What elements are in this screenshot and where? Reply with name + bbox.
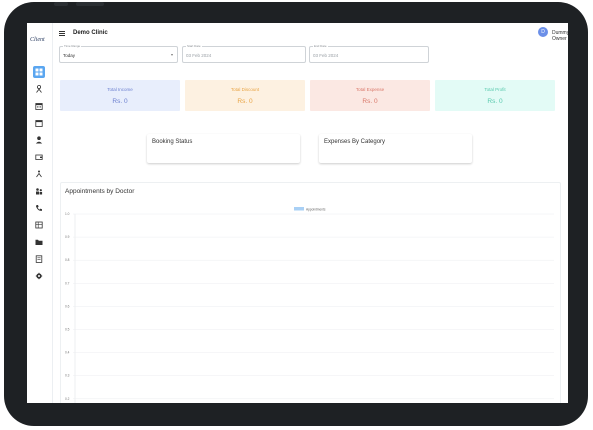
stat-value: Rs. 0 [237, 98, 253, 105]
legend-label: Appointments [306, 208, 326, 212]
stat-card-total-discount: Total Discount Rs. 0 [185, 80, 305, 111]
y-tick-label: 0.6 [65, 304, 70, 308]
sidebar-item-staff[interactable] [33, 185, 45, 197]
hardware-button [76, 2, 104, 6]
sidebar-item-records[interactable] [33, 219, 45, 231]
sidebar-item-settings[interactable] [33, 270, 45, 282]
booking-status-title: Booking Status [152, 139, 193, 145]
top-bar: Demo Clinic D Dummy Owner [53, 23, 568, 43]
wallet-icon [35, 154, 43, 160]
y-tick-label: 0.4 [65, 351, 70, 355]
end-date-field[interactable]: End Date 03 Feb 2024 [309, 44, 429, 63]
end-date-value: 03 Feb 2024 [313, 53, 339, 58]
stat-title: Total Discount [230, 87, 260, 92]
sidebar-item-doctors[interactable] [33, 134, 45, 146]
expenses-by-category-card: Expenses By Category [319, 134, 472, 163]
clinic-name: Demo Clinic [73, 30, 108, 36]
report-icon [35, 255, 43, 263]
sidebar-item-services[interactable] [33, 168, 45, 180]
menu-icon[interactable] [59, 31, 65, 36]
y-tick-label: 0.5 [65, 328, 70, 332]
sidebar-item-calls[interactable] [33, 202, 45, 214]
chevron-down-icon [171, 54, 173, 56]
start-date-field[interactable]: Start Date 03 Feb 2024 [182, 44, 306, 63]
accessibility-icon [36, 170, 42, 178]
y-tick-label: 0.9 [65, 235, 70, 239]
app-screen: Client Demo Clinic D Dummy Owner Time Ra… [27, 23, 568, 403]
sidebar-item-patients[interactable] [33, 83, 45, 95]
y-tick-label: 0.8 [65, 258, 70, 262]
appointments-chart-card: Appointments by Doctor Appointments 1.0 0.… [60, 182, 561, 403]
legend-swatch[interactable] [294, 207, 304, 211]
dashboard-icon [35, 68, 43, 76]
avatar[interactable]: D [538, 27, 548, 37]
sidebar-item-payments[interactable] [33, 151, 45, 163]
sidebar-item-schedule[interactable] [33, 117, 45, 129]
group-icon [36, 188, 43, 195]
expenses-by-category-title: Expenses By Category [324, 139, 386, 145]
time-range-value: Today [63, 53, 76, 58]
stat-title: Total Expense [355, 87, 385, 92]
sidebar-item-documents[interactable] [33, 236, 45, 248]
hardware-button [54, 2, 68, 6]
time-range-label: Time Range [63, 44, 82, 48]
person-icon [36, 85, 42, 93]
sidebar-item-dashboard[interactable] [33, 66, 45, 78]
calendar-blank-icon [35, 120, 43, 127]
end-date-label: End Date [313, 44, 328, 48]
appointments-chart: Appointments 1.0 0.9 0.8 0.7 0.6 0.5 0.4 0.3 0.2 [65, 207, 554, 403]
stat-value: Rs. 0 [112, 98, 128, 105]
stat-card-total-expense: Total Expense Rs. 0 [310, 80, 430, 111]
start-date-value: 03 Feb 2024 [186, 53, 212, 58]
table-icon [35, 221, 43, 229]
start-date-label: Start Date [186, 44, 202, 48]
calendar-icon [35, 103, 43, 110]
folder-icon [35, 239, 43, 245]
sidebar-item-reports[interactable] [33, 253, 45, 265]
stat-card-total-income: Total Income Rs. 0 [60, 80, 180, 111]
stat-title: Total Profit [484, 87, 506, 92]
y-tick-label: 0.3 [65, 374, 70, 378]
clinic-logo: Client [30, 37, 45, 43]
settings-icon [35, 272, 43, 280]
stat-value: Rs. 0 [362, 98, 378, 105]
y-tick-label: 0.7 [65, 281, 70, 285]
y-tick-label: 0.2 [65, 397, 70, 401]
phone-icon [36, 205, 42, 211]
time-range-select[interactable]: Time Range Today [59, 44, 178, 63]
user-name[interactable]: Dummy Owner [552, 30, 568, 42]
booking-status-card: Booking Status [147, 134, 300, 163]
y-tick-label: 1.0 [65, 212, 70, 216]
sidebar-item-appointments[interactable] [33, 100, 45, 112]
stat-value: Rs. 0 [487, 98, 503, 105]
stat-title: Total Income [107, 87, 133, 92]
doctor-icon [35, 136, 43, 144]
sidebar: Client [27, 23, 53, 403]
stat-card-total-profit: Total Profit Rs. 0 [435, 80, 555, 111]
